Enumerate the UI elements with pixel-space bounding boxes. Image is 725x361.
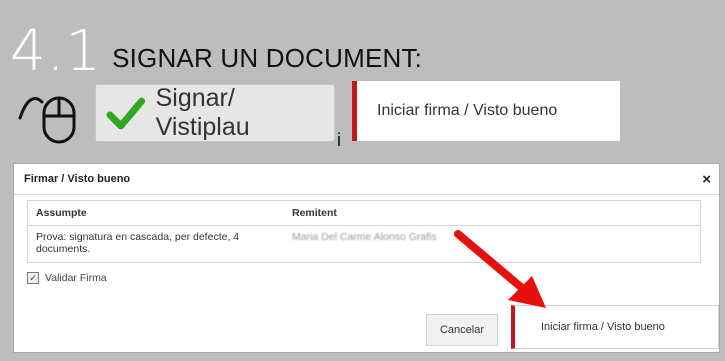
sign-button[interactable]: Signar/ Vistiplau [95, 84, 335, 142]
cell-subject: Prova: signatura en cascada, per defecte… [36, 231, 240, 255]
section-title: SIGNAR UN DOCUMENT: [112, 43, 423, 73]
sign-dialog: Firmar / Visto bueno × Assumpte Remitent… [13, 163, 720, 353]
dialog-title: Firmar / Visto bueno [24, 173, 131, 185]
conjunction-text: i [337, 130, 341, 150]
table-row[interactable]: Prova: signatura en cascada, per defecte… [28, 226, 701, 263]
validate-signature-row[interactable]: ✓ Validar Firma [27, 272, 107, 284]
section-number: 4.1 [10, 19, 103, 84]
slide: 4.1 SIGNAR UN DOCUMENT: Signar/ Vistipla… [0, 0, 725, 361]
cancel-button[interactable]: Cancelar [426, 314, 498, 346]
documents-table: Assumpte Remitent Prova: signatura en ca… [27, 200, 701, 263]
dialog-header: Firmar / Visto bueno × [14, 164, 719, 195]
close-icon[interactable]: × [702, 171, 711, 188]
validate-signature-checkbox[interactable]: ✓ [27, 272, 39, 284]
sign-button-label: Signar/ Vistiplau [155, 84, 250, 141]
start-signature-label: Iniciar firma / Visto bueno [377, 102, 558, 119]
red-arrow-icon [454, 230, 546, 308]
column-header-subject: Assumpte [27, 200, 284, 226]
table-header-row: Assumpte Remitent [27, 200, 701, 226]
column-header-sender: Remitent [284, 200, 701, 226]
start-signature-button[interactable]: Iniciar firma / Visto bueno [352, 81, 620, 141]
validate-signature-label: Validar Firma [45, 272, 107, 284]
checkmark-icon [106, 97, 146, 130]
section-heading: 4.1 SIGNAR UN DOCUMENT: [10, 20, 422, 80]
mouse-click-icon [18, 96, 76, 144]
